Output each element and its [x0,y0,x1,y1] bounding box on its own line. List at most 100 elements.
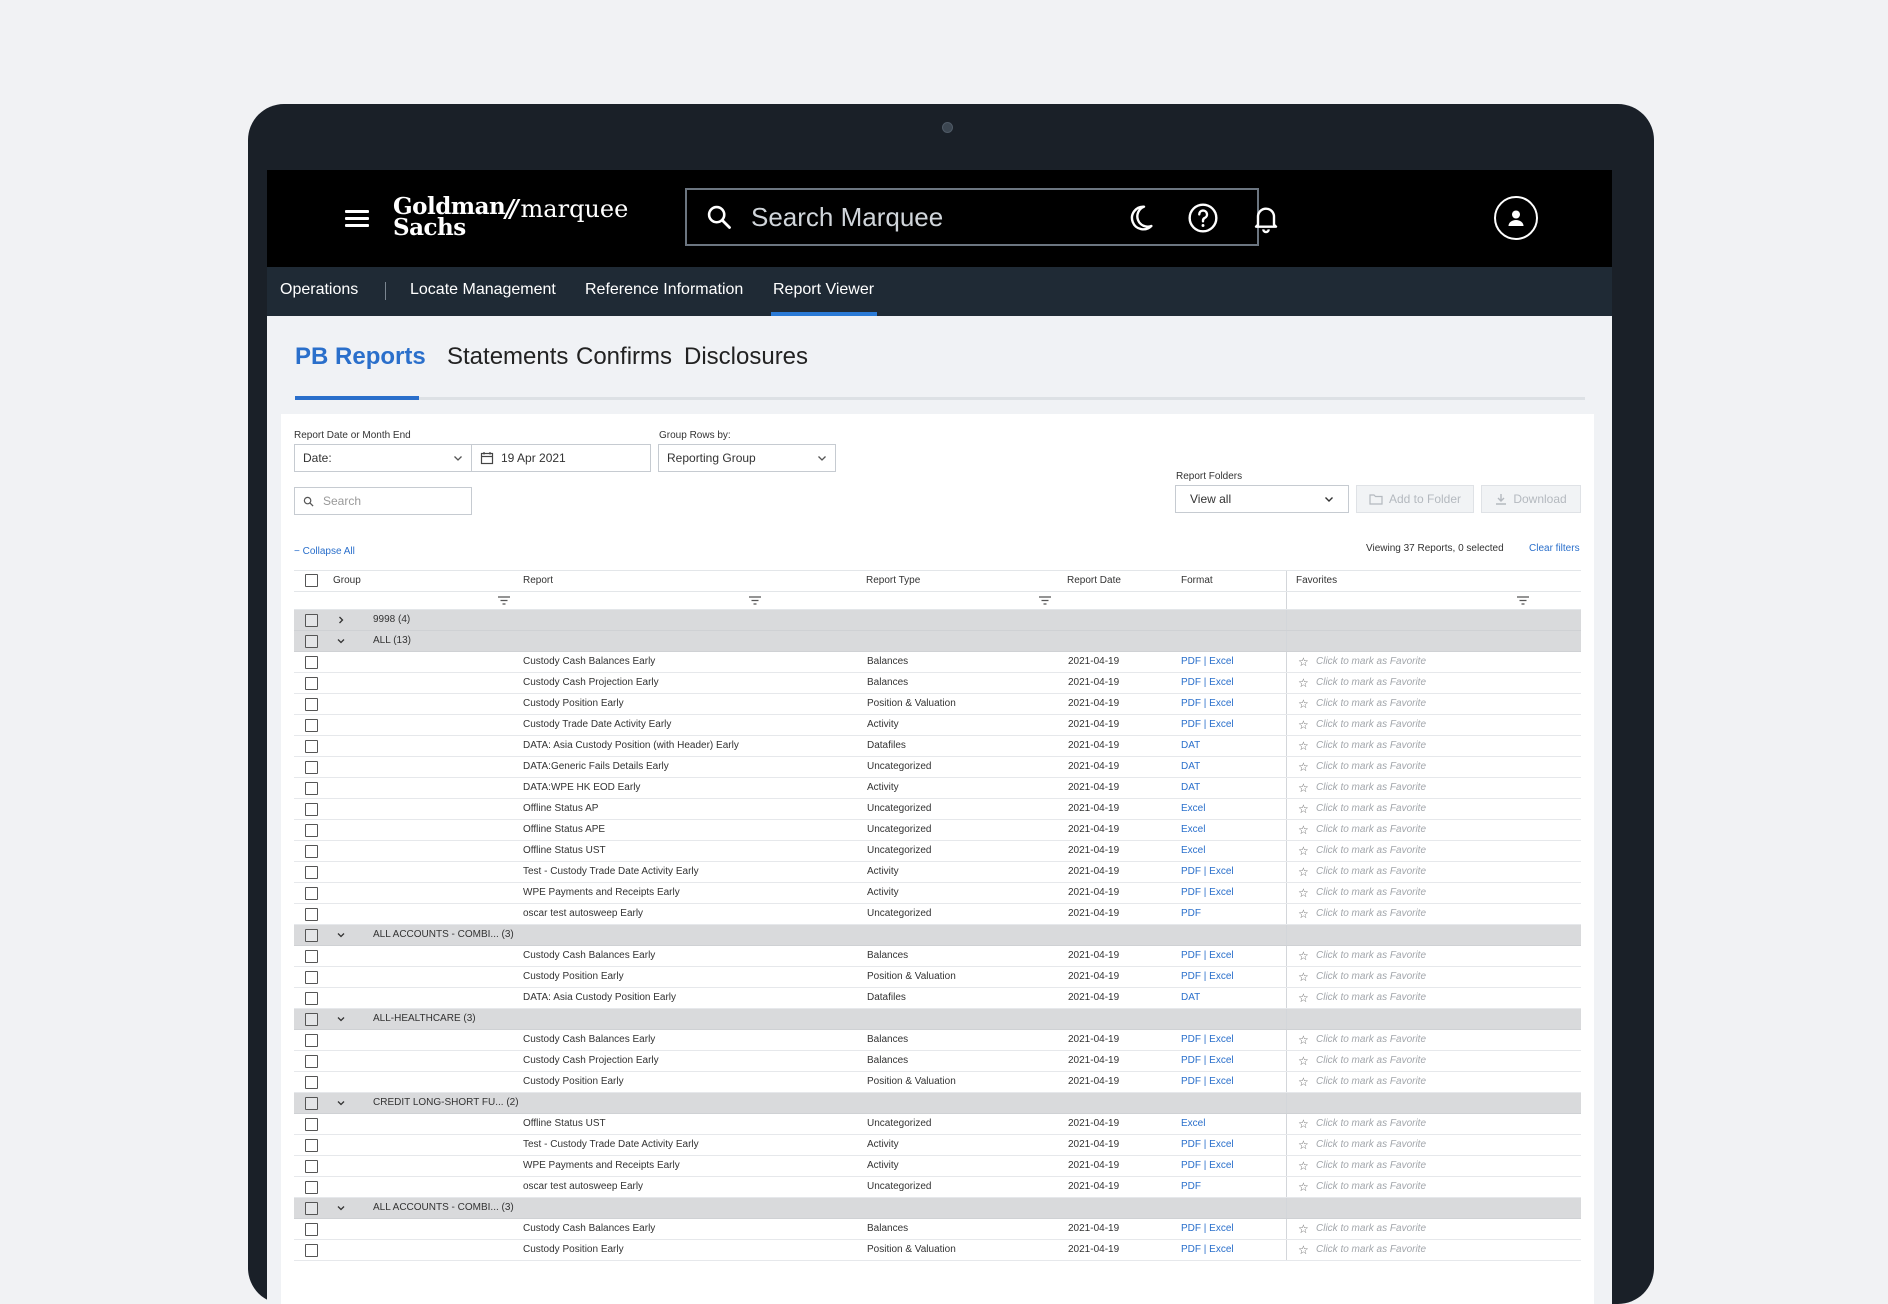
favorite-hint[interactable]: Click to mark as Favorite [1316,1219,1426,1239]
report-name[interactable]: Offline Status UST [523,841,606,861]
table-row[interactable]: Offline Status UST Uncategorized 2021-04-1… [294,841,1581,862]
table-row[interactable]: Offline Status UST Uncategorized 2021-04-1… [294,1114,1581,1135]
row-checkbox[interactable] [305,824,318,837]
favorite-hint[interactable]: Click to mark as Favorite [1316,694,1426,714]
star-icon[interactable]: ☆ [1298,904,1309,924]
format-links[interactable]: PDF | Excel [1181,694,1234,714]
star-icon[interactable]: ☆ [1298,841,1309,861]
favorite-hint[interactable]: Click to mark as Favorite [1316,1072,1426,1092]
table-row[interactable]: Test - Custody Trade Date Activity Early… [294,862,1581,883]
table-row[interactable]: Offline Status APE Uncategorized 2021-04-1… [294,820,1581,841]
help-icon[interactable] [1187,202,1219,234]
group-row[interactable]: 9998 (4) [294,610,1581,631]
format-links[interactable]: PDF | Excel [1181,715,1234,735]
collapse-all-link[interactable]: − Collapse All [294,546,355,557]
star-icon[interactable]: ☆ [1298,673,1309,693]
filter-icon[interactable] [498,596,510,605]
report-name[interactable]: Custody Position Early [523,967,624,987]
clear-filters-link[interactable]: Clear filters [1529,543,1580,554]
row-checkbox[interactable] [305,656,318,669]
report-name[interactable]: WPE Payments and Receipts Early [523,1156,680,1176]
table-row[interactable]: Custody Position Early Position & Valuati… [294,1072,1581,1093]
star-icon[interactable]: ☆ [1298,652,1309,672]
report-name[interactable]: Test - Custody Trade Date Activity Early [523,1135,699,1155]
star-icon[interactable]: ☆ [1298,946,1309,966]
report-name[interactable]: oscar test autosweep Early [523,904,643,924]
favorite-hint[interactable]: Click to mark as Favorite [1316,1030,1426,1050]
chevron-down-icon[interactable] [336,1098,346,1108]
favorite-hint[interactable]: Click to mark as Favorite [1316,652,1426,672]
star-icon[interactable]: ☆ [1298,988,1309,1008]
table-row[interactable]: oscar test autosweep Early Uncategorized 2… [294,904,1581,925]
add-to-folder-button[interactable]: Add to Folder [1356,485,1474,513]
format-links[interactable]: PDF | Excel [1181,1051,1234,1071]
report-name[interactable]: Offline Status AP [523,799,598,819]
favorite-hint[interactable]: Click to mark as Favorite [1316,673,1426,693]
chevron-down-icon[interactable] [336,930,346,940]
filter-icon[interactable] [1517,596,1529,605]
star-icon[interactable]: ☆ [1298,862,1309,882]
row-checkbox[interactable] [305,1181,318,1194]
table-row[interactable]: Offline Status AP Uncategorized 2021-04-19… [294,799,1581,820]
folders-select[interactable]: View all [1175,485,1349,513]
format-links[interactable]: PDF [1181,1177,1201,1197]
nav-report-viewer[interactable]: Report Viewer [773,267,874,316]
favorite-hint[interactable]: Click to mark as Favorite [1316,841,1426,861]
report-name[interactable]: WPE Payments and Receipts Early [523,883,680,903]
format-links[interactable]: Excel [1181,799,1205,819]
format-links[interactable]: PDF | Excel [1181,946,1234,966]
row-checkbox[interactable] [305,950,318,963]
favorite-hint[interactable]: Click to mark as Favorite [1316,904,1426,924]
filter-icon[interactable] [749,596,761,605]
star-icon[interactable]: ☆ [1298,967,1309,987]
format-links[interactable]: PDF [1181,904,1201,924]
report-name[interactable]: Custody Cash Balances Early [523,946,655,966]
star-icon[interactable]: ☆ [1298,1030,1309,1050]
row-checkbox[interactable] [305,782,318,795]
favorite-hint[interactable]: Click to mark as Favorite [1316,883,1426,903]
favorite-hint[interactable]: Click to mark as Favorite [1316,1114,1426,1134]
star-icon[interactable]: ☆ [1298,1072,1309,1092]
table-row[interactable]: Custody Position Early Position & Valuati… [294,967,1581,988]
report-name[interactable]: Custody Position Early [523,1240,624,1260]
table-row[interactable]: DATA:WPE HK EOD Early Activity 2021-04-19 D… [294,778,1581,799]
marquee-logo[interactable]: // marquee [505,194,628,223]
group-row[interactable]: ALL ACCOUNTS - COMBI... (3) [294,1198,1581,1219]
date-mode-select[interactable]: Date: [294,444,472,472]
favorite-hint[interactable]: Click to mark as Favorite [1316,820,1426,840]
chevron-down-icon[interactable] [336,1014,346,1024]
table-row[interactable]: Custody Cash Balances Early Balances 2021-… [294,1030,1581,1051]
row-checkbox[interactable] [305,761,318,774]
format-links[interactable]: DAT [1181,757,1200,777]
table-row[interactable]: Custody Position Early Position & Valuati… [294,694,1581,715]
nav-operations[interactable]: Operations [280,267,358,316]
table-row[interactable]: oscar test autosweep Early Uncategorized 2… [294,1177,1581,1198]
row-checkbox[interactable] [305,887,318,900]
row-checkbox[interactable] [305,845,318,858]
star-icon[interactable]: ☆ [1298,1219,1309,1239]
nav-reference-information[interactable]: Reference Information [585,267,743,316]
row-checkbox[interactable] [305,971,318,984]
group-row[interactable]: ALL-HEALTHCARE (3) [294,1009,1581,1030]
format-links[interactable]: Excel [1181,1114,1205,1134]
group-rows-select[interactable]: Reporting Group [658,444,836,472]
bell-icon[interactable] [1250,202,1282,234]
row-checkbox[interactable] [305,866,318,879]
favorite-hint[interactable]: Click to mark as Favorite [1316,757,1426,777]
report-name[interactable]: Test - Custody Trade Date Activity Early [523,862,699,882]
report-name[interactable]: Custody Position Early [523,1072,624,1092]
chevron-right-icon[interactable] [336,615,346,625]
nav-locate-management[interactable]: Locate Management [410,267,556,316]
report-name[interactable]: Offline Status UST [523,1114,606,1134]
tab-statements[interactable]: Statements [447,343,568,371]
row-checkbox[interactable] [305,635,318,648]
format-links[interactable]: PDF | Excel [1181,1240,1234,1260]
row-checkbox[interactable] [305,1160,318,1173]
row-checkbox[interactable] [305,740,318,753]
star-icon[interactable]: ☆ [1298,757,1309,777]
col-format[interactable]: Format [1181,571,1213,591]
star-icon[interactable]: ☆ [1298,883,1309,903]
table-row[interactable]: WPE Payments and Receipts Early Activity 2… [294,1156,1581,1177]
favorite-hint[interactable]: Click to mark as Favorite [1316,862,1426,882]
col-report-date[interactable]: Report Date [1067,571,1121,591]
